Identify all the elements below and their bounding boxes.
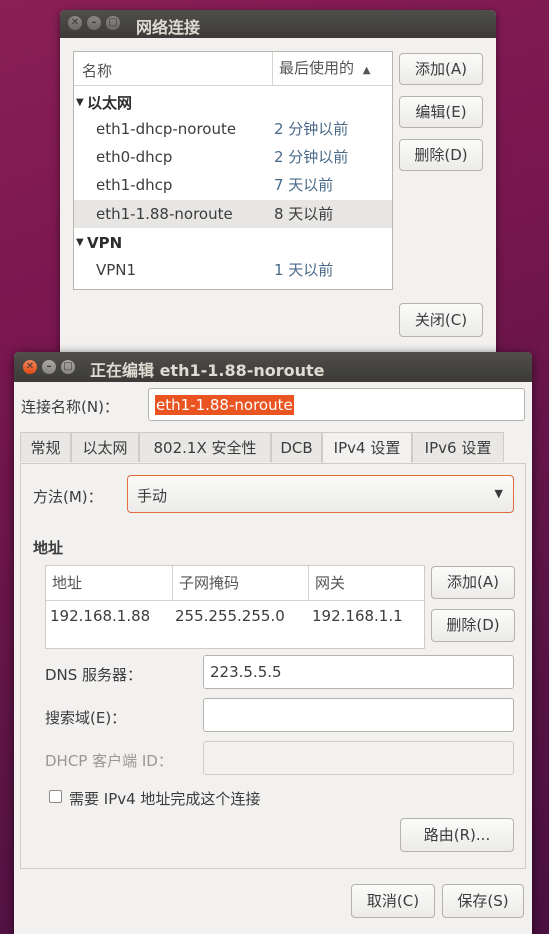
routes-button[interactable]: 路由(R)... <box>400 818 514 852</box>
triangle-up-icon: ▲ <box>362 65 371 76</box>
add-address-button[interactable]: 添加(A) <box>431 566 515 599</box>
dns-servers-field[interactable]: 223.5.5.5 <box>203 655 514 689</box>
expander-down-icon[interactable]: ▼ <box>76 230 84 256</box>
connection-name: eth1-1.88-noroute <box>96 205 233 223</box>
list-item[interactable]: eth1-dhcp-noroute 2 分钟以前 <box>74 115 392 143</box>
maximize-icon[interactable]: □ <box>61 360 75 374</box>
titlebar: ✕ – □ 网络连接 <box>60 10 496 38</box>
group-label: 以太网 <box>87 94 133 112</box>
tab-ipv4-settings[interactable]: IPv4 设置 <box>322 432 412 464</box>
tab-ethernet[interactable]: 以太网 <box>71 432 139 462</box>
connection-name: eth1-dhcp <box>96 176 173 194</box>
delete-connection-button[interactable]: 删除(D) <box>399 139 483 171</box>
delete-address-button[interactable]: 删除(D) <box>431 609 515 642</box>
close-button[interactable]: 关闭(C) <box>399 303 483 337</box>
column-separator <box>308 566 309 600</box>
require-ipv4-checkbox[interactable] <box>49 790 62 803</box>
tab-ipv6-settings[interactable]: IPv6 设置 <box>412 432 504 462</box>
save-button[interactable]: 保存(S) <box>442 884 524 918</box>
address-section-title: 地址 <box>33 539 64 557</box>
connection-name-value: eth1-1.88-noroute <box>155 395 294 415</box>
column-header-last-used[interactable]: 最后使用的 ▲ <box>272 52 393 85</box>
expander-down-icon[interactable]: ▼ <box>76 90 84 116</box>
connection-name-field[interactable]: eth1-1.88-noroute <box>148 388 525 421</box>
chevron-down-icon: ▼ <box>494 487 503 500</box>
titlebar: ✕ – □ 正在编辑 eth1-1.88-noroute <box>14 352 532 382</box>
connection-name: eth1-dhcp-noroute <box>96 120 237 138</box>
tab-8021x-security[interactable]: 802.1X 安全性 <box>139 432 271 462</box>
connection-name-label: 连接名称(N)： <box>21 398 119 416</box>
list-header: 名称 最后使用的 ▲ <box>74 52 392 86</box>
column-separator <box>172 566 173 600</box>
tab-general[interactable]: 常规 <box>20 432 71 462</box>
list-item[interactable]: eth0-dhcp 2 分钟以前 <box>74 143 392 171</box>
edit-connection-window: ✕ – □ 正在编辑 eth1-1.88-noroute 连接名称(N)： et… <box>14 352 532 934</box>
column-header-netmask: 子网掩码 <box>179 574 240 592</box>
window-title: 网络连接 <box>136 18 201 37</box>
connection-name: eth0-dhcp <box>96 148 173 166</box>
window-title: 正在编辑 eth1-1.88-noroute <box>90 361 325 380</box>
edit-connection-button[interactable]: 编辑(E) <box>399 96 483 128</box>
method-value: 手动 <box>137 487 168 505</box>
address-cell[interactable]: 192.168.1.88 <box>50 601 150 631</box>
column-header-name[interactable]: 名称 <box>82 60 112 81</box>
dhcp-client-id-field <box>203 741 514 775</box>
column-header-address: 地址 <box>52 574 83 592</box>
group-vpn[interactable]: ▼ VPN <box>74 230 392 256</box>
search-domains-label: 搜索域(E)： <box>45 709 127 727</box>
require-ipv4-label[interactable]: 需要 IPv4 地址完成这个连接 <box>69 788 260 809</box>
connection-last-used: 1 天以前 <box>274 261 334 279</box>
network-connections-window: ✕ – □ 网络连接 名称 最后使用的 ▲ ▼ 以太网 eth1-dhcp-no… <box>60 10 496 355</box>
list-item[interactable]: eth1-dhcp 7 天以前 <box>74 171 392 199</box>
connections-list[interactable]: 名称 最后使用的 ▲ ▼ 以太网 eth1-dhcp-noroute 2 分钟以… <box>73 51 393 290</box>
connection-last-used: 2 分钟以前 <box>274 148 349 166</box>
tab-dcb[interactable]: DCB <box>271 432 322 462</box>
group-label: VPN <box>87 234 123 252</box>
connection-last-used: 2 分钟以前 <box>274 120 349 138</box>
dhcp-client-id-label: DHCP 客户端 ID： <box>45 752 173 770</box>
maximize-icon[interactable]: □ <box>106 16 120 30</box>
dns-servers-label: DNS 服务器： <box>45 666 143 684</box>
address-table[interactable]: 地址 子网掩码 网关 192.168.1.88 255.255.255.0 19… <box>45 565 425 649</box>
list-item-selected[interactable]: eth1-1.88-noroute 8 天以前 <box>74 200 392 228</box>
connection-last-used: 8 天以前 <box>274 205 334 223</box>
list-item[interactable]: VPN1 1 天以前 <box>74 256 392 284</box>
column-header-gateway: 网关 <box>315 574 346 592</box>
gateway-cell[interactable]: 192.168.1.1 <box>312 601 403 631</box>
column-header-last-used-label: 最后使用的 <box>279 59 355 77</box>
minimize-icon[interactable]: – <box>87 16 101 30</box>
add-connection-button[interactable]: 添加(A) <box>399 53 483 85</box>
connection-name: VPN1 <box>96 261 137 279</box>
method-label: 方法(M)： <box>33 488 103 506</box>
minimize-icon[interactable]: – <box>42 360 56 374</box>
method-dropdown[interactable]: 手动 ▼ <box>127 475 514 513</box>
cancel-button[interactable]: 取消(C) <box>351 884 435 918</box>
close-icon[interactable]: ✕ <box>68 16 82 30</box>
close-icon[interactable]: ✕ <box>23 360 37 374</box>
group-ethernet[interactable]: ▼ 以太网 <box>74 90 392 116</box>
search-domains-field[interactable] <box>203 698 514 732</box>
connection-last-used: 7 天以前 <box>274 176 334 194</box>
netmask-cell[interactable]: 255.255.255.0 <box>175 601 285 631</box>
